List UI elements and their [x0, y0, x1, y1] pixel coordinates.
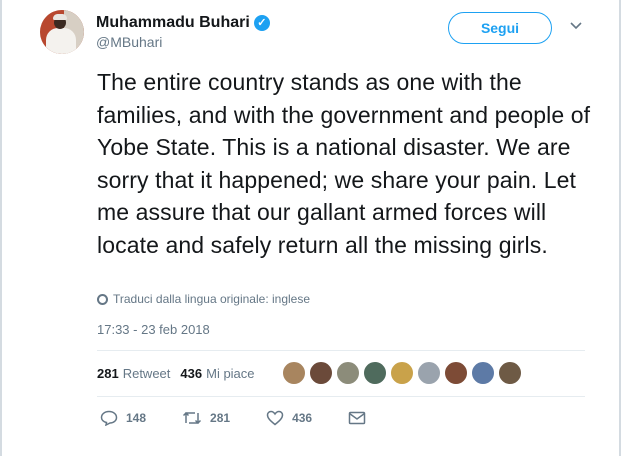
divider — [97, 396, 585, 397]
author-handle[interactable]: @MBuhari — [96, 34, 162, 50]
globe-icon — [97, 293, 108, 305]
chevron-down-icon[interactable] — [570, 22, 582, 32]
liker-avatars — [282, 361, 525, 385]
avatar[interactable] — [40, 10, 84, 54]
tweet-header: Muhammadu Buhari ✓ @MBuhari Segui — [40, 8, 600, 54]
window-left-border — [0, 0, 2, 456]
reply-button[interactable]: 148 — [100, 410, 146, 426]
like-stat[interactable]: 436 Mi piace — [180, 366, 254, 381]
liker-avatar-5[interactable] — [390, 361, 414, 385]
author-display-name[interactable]: Muhammadu Buhari — [96, 14, 250, 32]
tweet-text: The entire country stands as one with th… — [97, 69, 591, 258]
verified-badge-icon: ✓ — [253, 15, 270, 31]
retweet-button[interactable]: 281 — [182, 410, 230, 426]
liker-avatar-6[interactable] — [417, 361, 441, 385]
liker-avatar-1[interactable] — [282, 361, 306, 385]
translate-label[interactable]: Traduci dalla lingua originale: inglese — [113, 292, 310, 306]
envelope-icon — [348, 411, 366, 425]
divider — [97, 350, 585, 351]
translate-link[interactable]: Traduci dalla lingua originale: inglese — [97, 292, 310, 306]
liker-avatar-2[interactable] — [309, 361, 333, 385]
liker-avatar-7[interactable] — [444, 361, 468, 385]
liker-avatar-4[interactable] — [363, 361, 387, 385]
reply-icon — [100, 410, 118, 426]
liker-avatar-8[interactable] — [471, 361, 495, 385]
follow-button[interactable]: Segui — [448, 12, 552, 44]
author-name-line: Muhammadu Buhari ✓ — [96, 14, 270, 32]
tweet-timestamp[interactable]: 17:33 - 23 feb 2018 — [97, 322, 210, 337]
retweet-stat[interactable]: 281 Retweet — [97, 366, 170, 381]
direct-message-button[interactable] — [348, 411, 366, 425]
liker-avatar-3[interactable] — [336, 361, 360, 385]
tweet-stats: 281 Retweet 436 Mi piace — [97, 366, 255, 381]
like-button[interactable]: 436 — [266, 410, 312, 426]
liker-avatar-9[interactable] — [498, 361, 522, 385]
retweet-icon — [182, 410, 202, 426]
tweet-actions: 148 281 436 — [100, 410, 402, 426]
heart-icon — [266, 410, 284, 426]
